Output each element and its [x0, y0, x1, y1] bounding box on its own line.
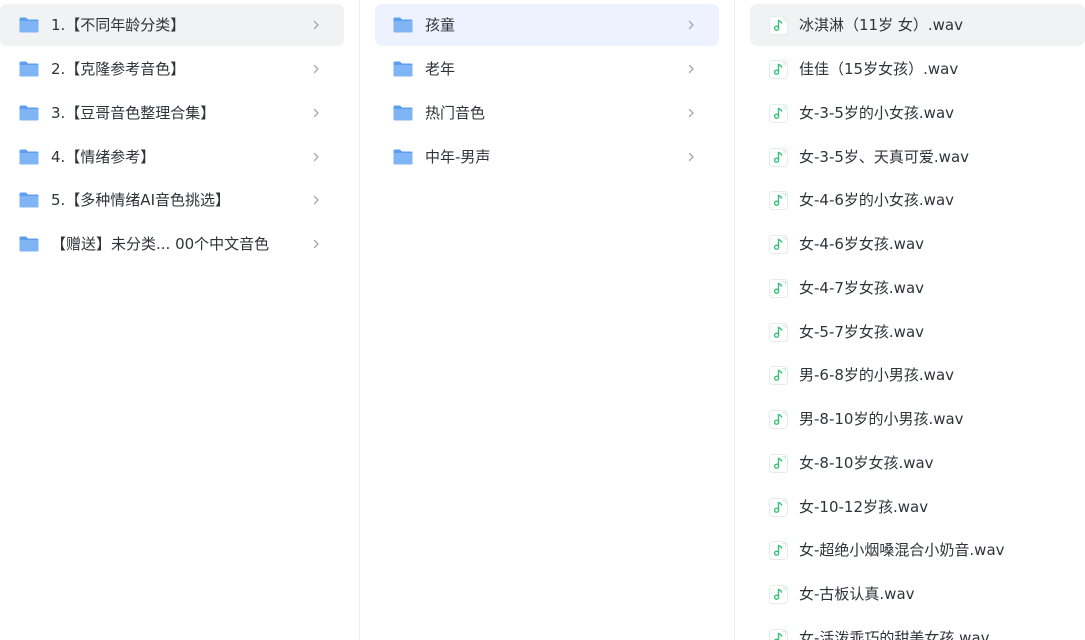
file-item[interactable]: 女-4-7岁女孩.wav [750, 267, 1085, 309]
file-item[interactable]: 女-8-10岁女孩.wav [750, 442, 1085, 484]
category-item[interactable]: 【赠送】未分类... 00个中文音色 [0, 223, 344, 265]
chevron-right-icon [683, 105, 699, 121]
folder-icon [18, 60, 40, 78]
file-label: 女-4-6岁的小女孩.wav [799, 191, 955, 209]
audio-file-icon [769, 59, 788, 79]
file-item[interactable]: 女-4-6岁女孩.wav [750, 223, 1085, 265]
file-item[interactable]: 冰淇淋（11岁 女）.wav [750, 4, 1085, 46]
subfolder-item[interactable]: 热门音色 [375, 92, 719, 134]
category-item[interactable]: 1.【不同年龄分类】 [0, 4, 344, 46]
audio-file-icon [769, 278, 788, 298]
audio-file-icon [769, 365, 788, 385]
audio-file-icon [769, 15, 788, 35]
file-item[interactable]: 女-3-5岁的小女孩.wav [750, 92, 1085, 134]
file-label: 女-3-5岁、天真可爱.wav [799, 148, 970, 166]
chevron-right-icon [308, 149, 324, 165]
file-item[interactable]: 女-4-6岁的小女孩.wav [750, 179, 1085, 221]
category-column[interactable]: 1.【不同年龄分类】 2.【克隆参考音色】 3.【豆哥音色整理合集】 4.【情绪… [0, 0, 360, 640]
folder-icon [392, 60, 414, 78]
category-label: 【赠送】未分类... 00个中文音色 [51, 235, 270, 253]
folder-icon [392, 104, 414, 122]
subfolder-item[interactable]: 中年-男声 [375, 136, 719, 178]
category-item[interactable]: 3.【豆哥音色整理合集】 [0, 92, 344, 134]
chevron-right-icon [683, 17, 699, 33]
audio-file-icon [769, 103, 788, 123]
audio-file-icon [769, 497, 788, 517]
folder-icon [392, 148, 414, 166]
subfolder-label: 热门音色 [425, 104, 486, 122]
category-label: 1.【不同年龄分类】 [51, 16, 186, 34]
chevron-right-icon [683, 149, 699, 165]
category-label: 2.【克隆参考音色】 [51, 60, 186, 78]
file-label: 女-3-5岁的小女孩.wav [799, 104, 955, 122]
file-column[interactable]: 冰淇淋（11岁 女）.wav 佳佳（15岁女孩）.wav 女-3-5岁的小女孩.… [735, 0, 1085, 640]
subfolder-label: 孩童 [425, 16, 456, 34]
chevron-right-icon [308, 105, 324, 121]
audio-file-icon [769, 540, 788, 560]
file-label: 女-4-7岁女孩.wav [799, 279, 925, 297]
audio-file-icon [769, 147, 788, 167]
chevron-right-icon [308, 236, 324, 252]
category-label: 5.【多种情绪AI音色挑选】 [51, 191, 230, 209]
audio-file-icon [769, 584, 788, 604]
category-label: 3.【豆哥音色整理合集】 [51, 104, 216, 122]
file-item[interactable]: 女-10-12岁孩.wav [750, 486, 1085, 528]
folder-icon [18, 191, 40, 209]
chevron-right-icon [308, 192, 324, 208]
file-label: 男-8-10岁的小男孩.wav [799, 410, 964, 428]
file-label: 女-8-10岁女孩.wav [799, 454, 934, 472]
folder-icon [392, 16, 414, 34]
file-label: 女-5-7岁女孩.wav [799, 323, 925, 341]
file-label: 女-4-6岁女孩.wav [799, 235, 925, 253]
audio-file-icon [769, 628, 788, 640]
category-item[interactable]: 5.【多种情绪AI音色挑选】 [0, 179, 344, 221]
file-item[interactable]: 女-古板认真.wav [750, 573, 1085, 615]
file-item[interactable]: 佳佳（15岁女孩）.wav [750, 48, 1085, 90]
folder-icon [18, 104, 40, 122]
subfolder-label: 老年 [425, 60, 456, 78]
category-item[interactable]: 2.【克隆参考音色】 [0, 48, 344, 90]
subfolder-label: 中年-男声 [425, 148, 491, 166]
folder-icon [18, 148, 40, 166]
file-label: 女-10-12岁孩.wav [799, 498, 929, 516]
category-label: 4.【情绪参考】 [51, 148, 156, 166]
subfolder-item[interactable]: 老年 [375, 48, 719, 90]
column-file-browser: 1.【不同年龄分类】 2.【克隆参考音色】 3.【豆哥音色整理合集】 4.【情绪… [0, 0, 1085, 640]
folder-icon [18, 16, 40, 34]
file-item[interactable]: 男-6-8岁的小男孩.wav [750, 354, 1085, 396]
category-item[interactable]: 4.【情绪参考】 [0, 136, 344, 178]
file-label: 佳佳（15岁女孩）.wav [799, 60, 959, 78]
file-label: 女-活泼乖巧的甜美女孩.wav [799, 629, 990, 640]
audio-file-icon [769, 234, 788, 254]
file-item[interactable]: 女-活泼乖巧的甜美女孩.wav [750, 617, 1085, 640]
file-label: 冰淇淋（11岁 女）.wav [799, 16, 963, 34]
file-item[interactable]: 女-超绝小烟嗓混合小奶音.wav [750, 529, 1085, 571]
file-label: 女-超绝小烟嗓混合小奶音.wav [799, 541, 1005, 559]
file-item[interactable]: 女-3-5岁、天真可爱.wav [750, 136, 1085, 178]
folder-icon [18, 235, 40, 253]
file-label: 男-6-8岁的小男孩.wav [799, 366, 955, 384]
audio-file-icon [769, 453, 788, 473]
subfolder-column[interactable]: 孩童 老年 热门音色 中年-男声 [360, 0, 735, 640]
audio-file-icon [769, 409, 788, 429]
file-label: 女-古板认真.wav [799, 585, 915, 603]
file-item[interactable]: 男-8-10岁的小男孩.wav [750, 398, 1085, 440]
file-item[interactable]: 女-5-7岁女孩.wav [750, 311, 1085, 353]
chevron-right-icon [683, 61, 699, 77]
chevron-right-icon [308, 17, 324, 33]
subfolder-item[interactable]: 孩童 [375, 4, 719, 46]
chevron-right-icon [308, 61, 324, 77]
audio-file-icon [769, 190, 788, 210]
audio-file-icon [769, 322, 788, 342]
